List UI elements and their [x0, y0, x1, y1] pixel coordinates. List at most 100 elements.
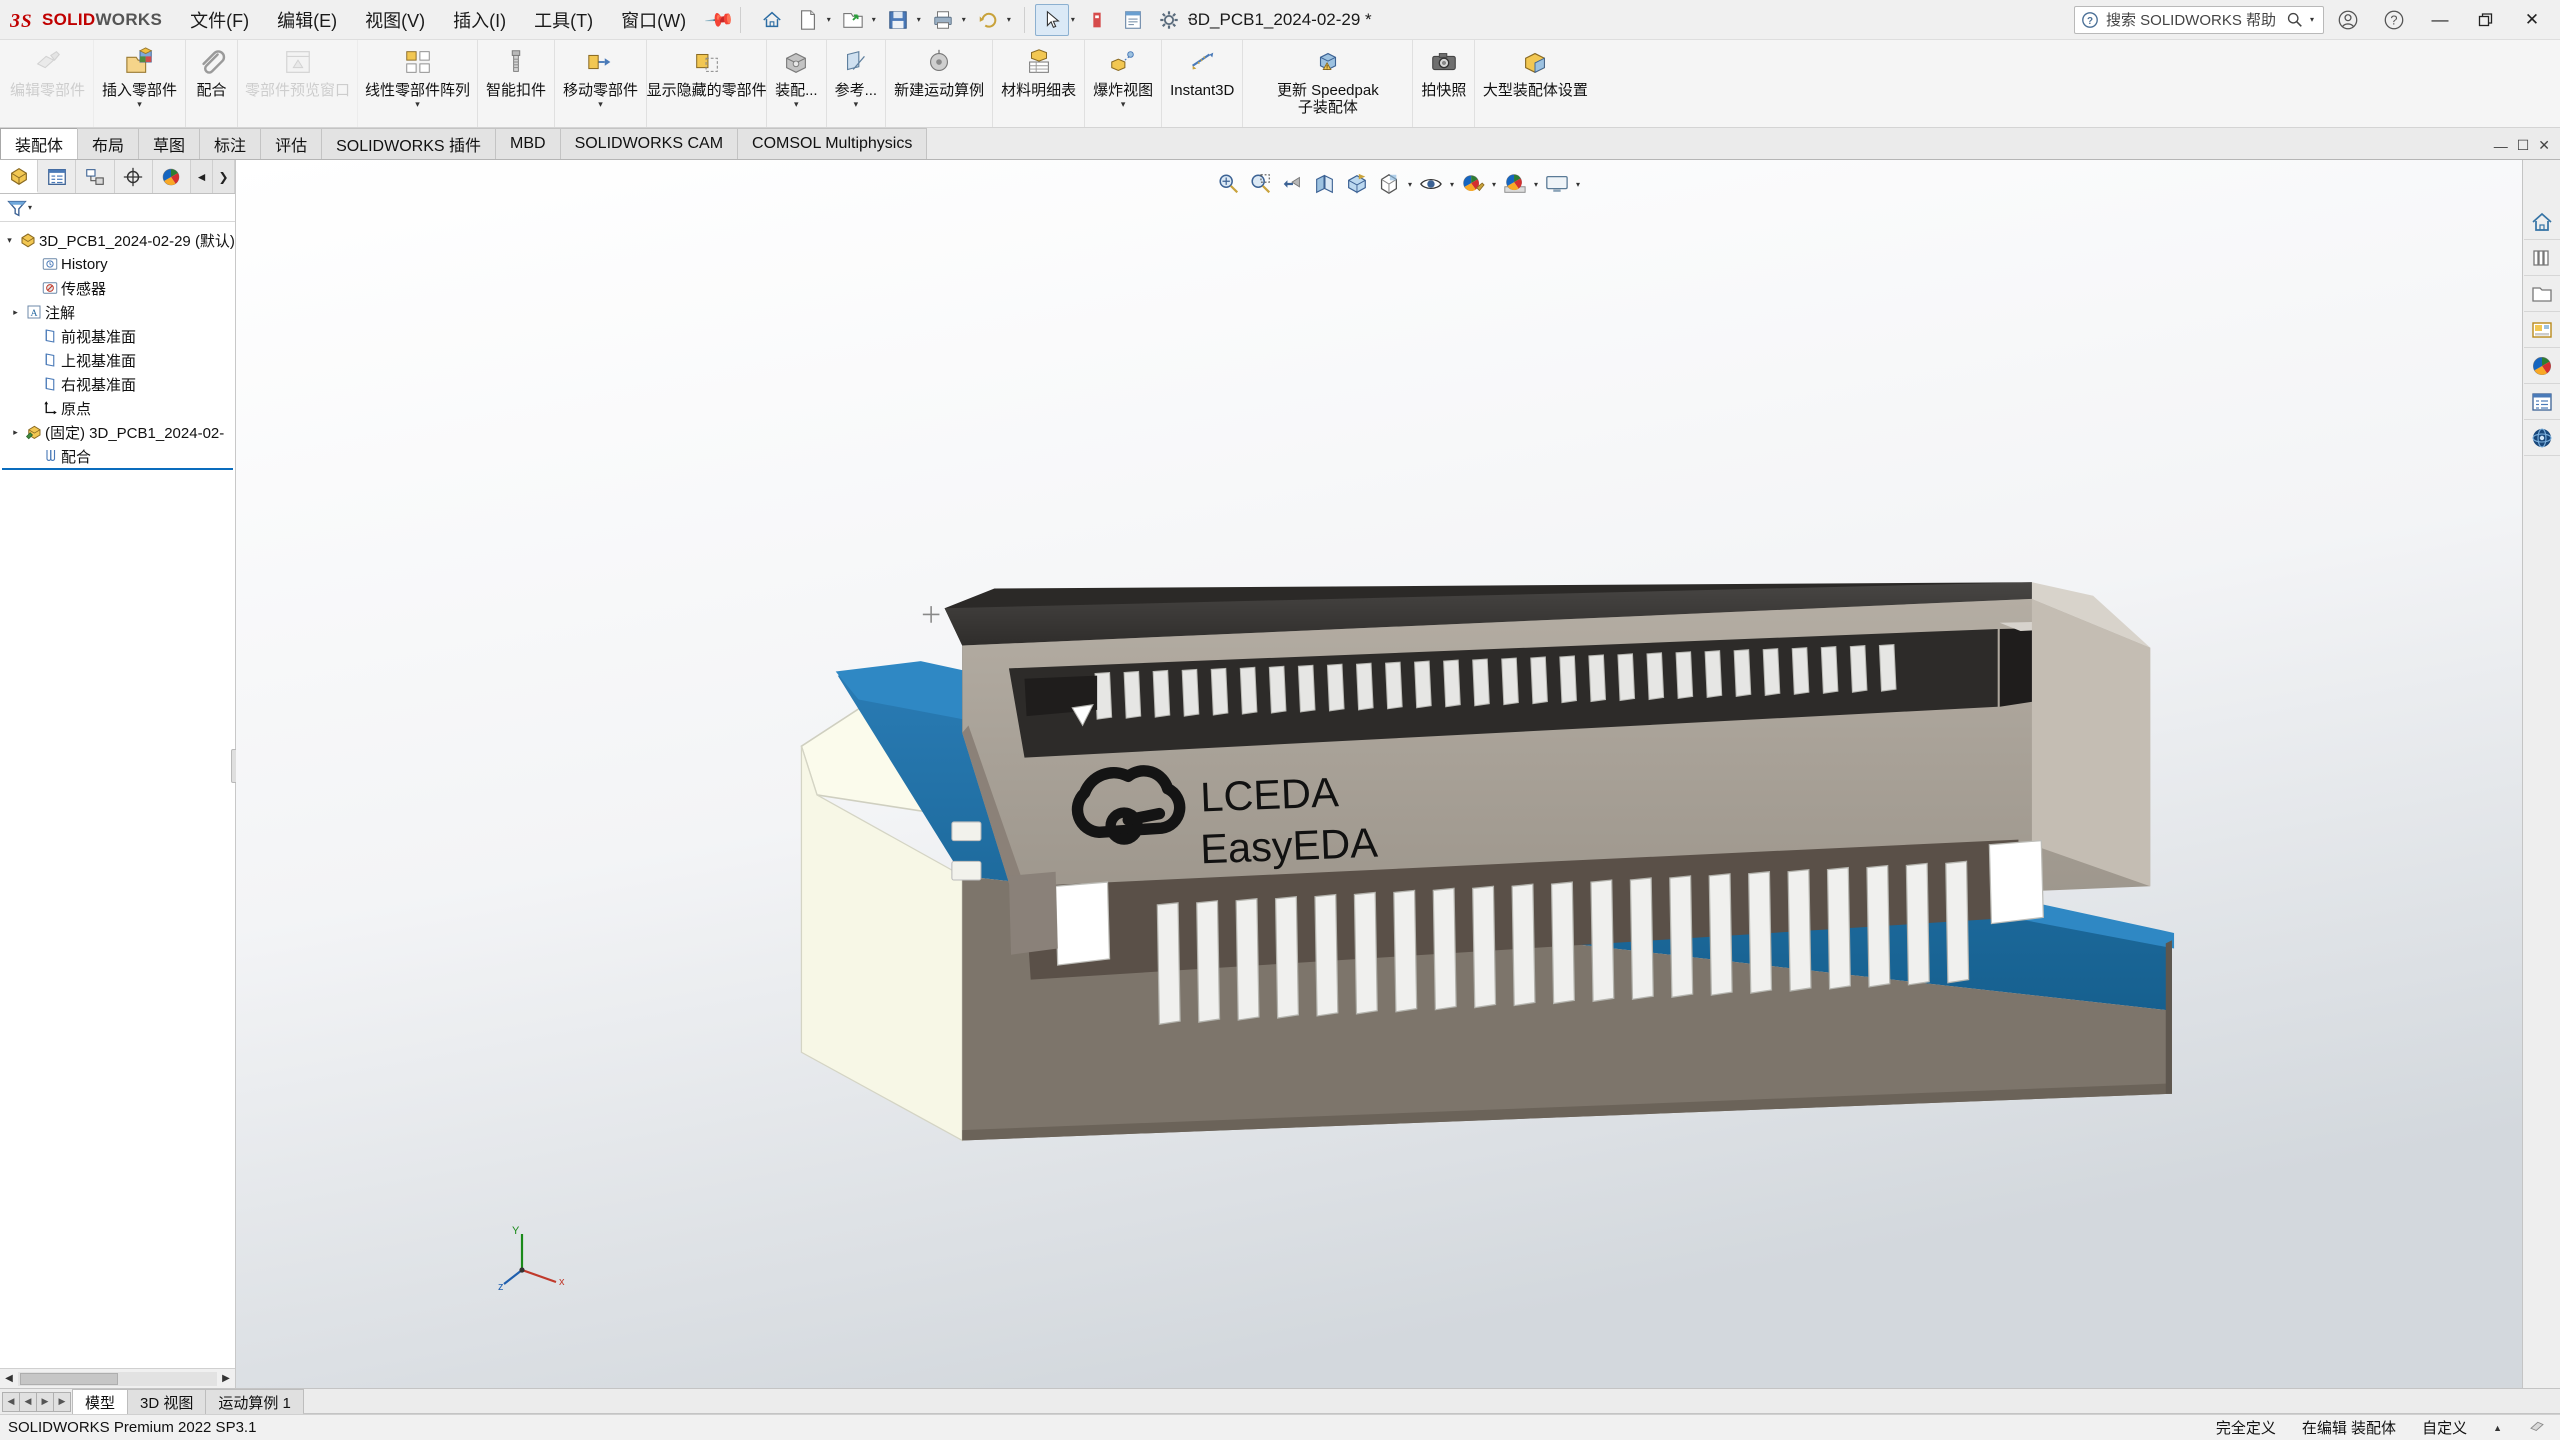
tree-node-root[interactable]: ▾ 3D_PCB1_2024-02-29 (默认): [0, 228, 235, 252]
feature-tree-horizontal-scrollbar[interactable]: ◀ ▶: [0, 1368, 235, 1388]
tab-comsol-multiphysics[interactable]: COMSOL Multiphysics: [737, 128, 928, 159]
bottom-tab-model[interactable]: 模型: [72, 1389, 129, 1414]
tab-solidworks-cam[interactable]: SOLIDWORKS CAM: [559, 128, 739, 159]
hide-show-items-dropdown-caret[interactable]: ▾: [1448, 180, 1456, 189]
cmd-assembly-features[interactable]: 装配... ▾: [767, 40, 827, 127]
tab-mbd[interactable]: MBD: [495, 128, 561, 159]
tab-solidworks-addins[interactable]: SOLIDWORKS 插件: [321, 128, 496, 159]
tree-node-right-plane[interactable]: 右视基准面: [0, 372, 235, 396]
task-pane-resources[interactable]: [2523, 204, 2560, 240]
tab-dimxpert-manager[interactable]: [115, 160, 153, 193]
cmd-assembly-features-caret[interactable]: ▾: [794, 100, 799, 109]
graphics-area[interactable]: ▾ ▾ ▾ ▾ ▾ LCEDA EasyEDA Y x z: [236, 160, 2560, 1388]
cmd-update-speedpak[interactable]: ! 更新 Speedpak 子装配体: [1243, 40, 1414, 127]
print-dropdown-caret[interactable]: ▾: [962, 15, 969, 24]
tab-markup[interactable]: 标注: [199, 128, 262, 159]
cmd-linear-component-pattern[interactable]: 线性零部件阵列 ▾: [358, 40, 479, 127]
menu-insert[interactable]: 插入(I): [439, 3, 520, 37]
cmd-insert-component[interactable]: 插入零部件 ▾: [94, 40, 187, 127]
feature-tree-filter[interactable]: ▾: [0, 194, 235, 222]
tree-node-origin[interactable]: 原点: [0, 396, 235, 420]
menu-window[interactable]: 窗口(W): [607, 3, 700, 37]
tree-node-mates[interactable]: 配合: [0, 444, 235, 468]
tree-node-top-plane[interactable]: 上视基准面: [0, 348, 235, 372]
cmd-reference-geometry[interactable]: 参考... ▾: [827, 40, 887, 127]
task-pane-appearances-scenes[interactable]: [2523, 348, 2560, 384]
filter-dropdown-caret[interactable]: ▾: [28, 203, 35, 212]
nav-next-button[interactable]: ▶: [36, 1391, 54, 1412]
open-document-dropdown-caret[interactable]: ▾: [872, 15, 879, 24]
pin-icon[interactable]: 📌: [703, 3, 737, 37]
nav-first-button[interactable]: ◀: [2, 1391, 20, 1412]
menu-file[interactable]: 文件(F): [176, 3, 263, 37]
tree-node-sensors[interactable]: 传感器: [0, 276, 235, 300]
apply-scene-dropdown-caret[interactable]: ▾: [1532, 180, 1540, 189]
status-custom[interactable]: 自定义: [2422, 1417, 2467, 1438]
view-orientation-icon[interactable]: [1342, 170, 1372, 198]
section-view-icon[interactable]: [1310, 170, 1340, 198]
cmd-show-hidden-components[interactable]: 显示隐藏的零部件: [647, 40, 768, 127]
tree-node-front-plane[interactable]: 前视基准面: [0, 324, 235, 348]
view-settings-dropdown-caret[interactable]: ▾: [1574, 180, 1582, 189]
cmd-large-assembly-settings[interactable]: 大型装配体设置: [1475, 40, 1595, 127]
tab-assembly[interactable]: 装配体: [0, 128, 79, 159]
cmd-insert-component-caret[interactable]: ▾: [137, 100, 142, 109]
minimize-button[interactable]: —: [2418, 2, 2462, 38]
scrollbar-track[interactable]: [18, 1371, 217, 1386]
undo-icon[interactable]: [971, 4, 1005, 36]
select-dropdown-caret[interactable]: ▾: [1071, 15, 1078, 24]
cmd-exploded-view[interactable]: 爆炸视图 ▾: [1085, 40, 1163, 127]
task-pane-file-explorer[interactable]: [2523, 276, 2560, 312]
tab-layout[interactable]: 布局: [77, 128, 140, 159]
display-style-icon[interactable]: [1374, 170, 1404, 198]
new-document-dropdown-caret[interactable]: ▾: [827, 15, 834, 24]
3d-model-viewport[interactable]: LCEDA EasyEDA: [236, 160, 2560, 1388]
feature-tree-rollback-bar[interactable]: [2, 468, 233, 470]
home-icon[interactable]: [755, 4, 789, 36]
nav-prev-button[interactable]: ◀: [19, 1391, 37, 1412]
tree-expand-root[interactable]: ▾: [2, 235, 17, 246]
tab-evaluate[interactable]: 评估: [260, 128, 323, 159]
tree-expand-fixed-component[interactable]: ▸: [8, 427, 23, 438]
save-icon[interactable]: [881, 4, 915, 36]
options-dropdown-caret[interactable]: ▾: [1188, 15, 1195, 24]
restore-button[interactable]: [2464, 2, 2508, 38]
cmd-exploded-view-caret[interactable]: ▾: [1121, 100, 1126, 109]
print-icon[interactable]: [926, 4, 960, 36]
file-properties-icon[interactable]: [1116, 4, 1150, 36]
edit-appearance-dropdown-caret[interactable]: ▾: [1490, 180, 1498, 189]
tab-sketch[interactable]: 草图: [138, 128, 201, 159]
search-icon[interactable]: [2286, 11, 2303, 28]
cmd-instant3d[interactable]: Instant3D: [1162, 40, 1244, 127]
tab-featuremanager-tree[interactable]: [0, 160, 39, 193]
hide-show-items-icon[interactable]: [1416, 170, 1446, 198]
zoom-to-area-icon[interactable]: [1246, 170, 1276, 198]
cmd-mate[interactable]: 配合: [186, 40, 239, 127]
status-overlay-icon[interactable]: [2528, 1417, 2546, 1439]
tree-node-annotations[interactable]: ▸ A 注解: [0, 300, 235, 324]
previous-view-icon[interactable]: [1278, 170, 1308, 198]
save-dropdown-caret[interactable]: ▾: [917, 15, 924, 24]
apply-scene-icon[interactable]: [1500, 170, 1530, 198]
tab-configuration-manager[interactable]: [76, 160, 115, 193]
tree-node-fixed-component[interactable]: ▸ (固定) 3D_PCB1_2024-02-: [0, 420, 235, 444]
view-settings-icon[interactable]: [1542, 170, 1572, 198]
help-icon[interactable]: ?: [2372, 2, 2416, 38]
new-document-icon[interactable]: [791, 4, 825, 36]
cmd-edit-component[interactable]: 编辑零部件: [2, 40, 95, 127]
search-input[interactable]: ? 搜索 SOLIDWORKS 帮助 ▾: [2074, 5, 2324, 34]
tree-expand-annotations[interactable]: ▸: [8, 307, 23, 318]
nav-last-button[interactable]: ▶: [53, 1391, 71, 1412]
menu-edit[interactable]: 编辑(E): [263, 3, 351, 37]
tab-display-manager[interactable]: [153, 160, 192, 193]
task-pane-3dexperience[interactable]: [2523, 420, 2560, 456]
tab-property-manager[interactable]: [38, 160, 77, 193]
undo-dropdown-caret[interactable]: ▾: [1007, 15, 1014, 24]
display-style-dropdown-caret[interactable]: ▾: [1406, 180, 1414, 189]
cmd-linear-component-pattern-caret[interactable]: ▾: [415, 100, 420, 109]
options-gear-icon[interactable]: [1152, 4, 1186, 36]
menu-view[interactable]: 视图(V): [351, 3, 439, 37]
cmd-smart-fasteners[interactable]: 智能扣件: [478, 40, 556, 127]
scroll-left-arrow[interactable]: ◀: [0, 1373, 18, 1384]
task-pane-view-palette[interactable]: [2523, 312, 2560, 348]
